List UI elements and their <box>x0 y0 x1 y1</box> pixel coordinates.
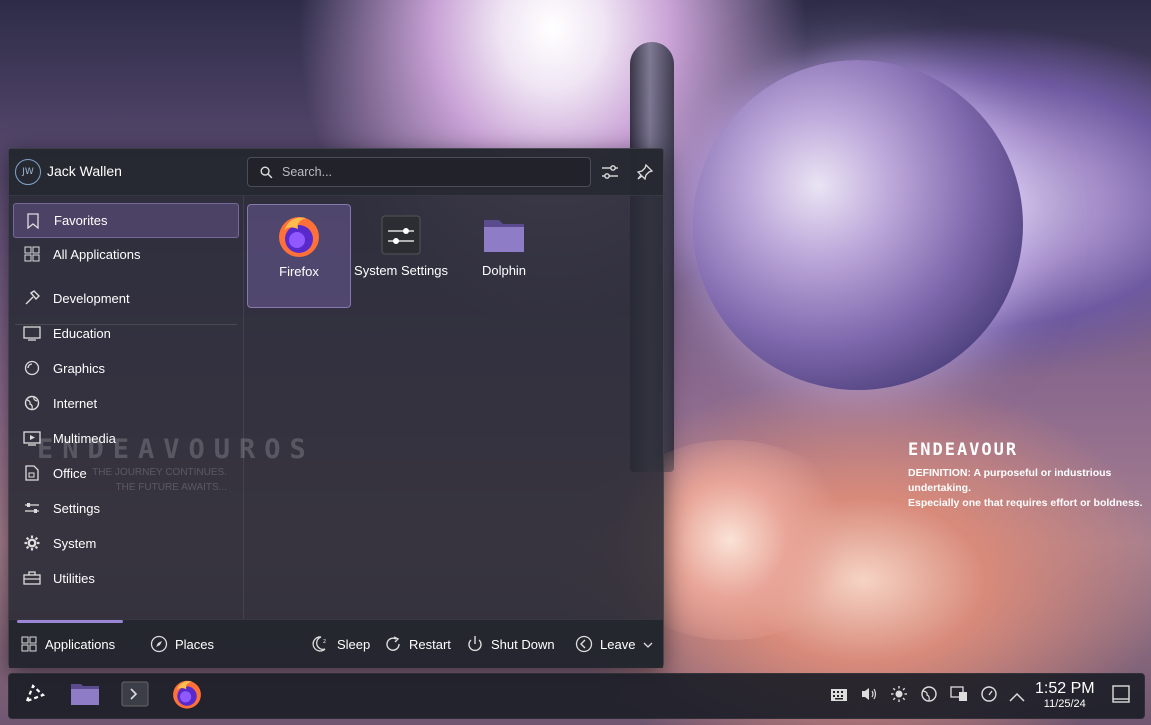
grid-icon <box>21 243 43 265</box>
sliders-icon <box>602 165 618 179</box>
search-input[interactable] <box>280 164 584 180</box>
taskbar-firefox[interactable] <box>165 674 209 718</box>
restart-icon <box>383 634 403 654</box>
firefox-icon <box>276 213 322 259</box>
category-sidebar: Favorites All Applications Development E… <box>9 196 244 619</box>
clock-time: 1:52 PM <box>1035 680 1095 697</box>
tagline-definition: DEFINITION: A purposeful or industrious … <box>908 467 1143 509</box>
search-box[interactable] <box>247 157 591 187</box>
sleep-icon: z <box>311 634 331 654</box>
gear-icon <box>21 532 43 554</box>
tray-display[interactable] <box>949 686 969 706</box>
compass-icon <box>149 634 169 654</box>
category-favorites[interactable]: Favorites <box>13 203 239 238</box>
user-name: Jack Wallen <box>47 163 122 179</box>
tray-brightness[interactable] <box>889 686 909 706</box>
clock-date: 11/25/24 <box>1043 698 1086 710</box>
category-multimedia[interactable]: Multimedia <box>13 422 237 454</box>
category-system[interactable]: System <box>13 527 237 559</box>
show-desktop-button[interactable] <box>1111 685 1131 707</box>
app-tile-firefox[interactable]: Firefox <box>247 204 351 308</box>
category-all-applications[interactable]: All Applications <box>13 238 237 270</box>
launcher-footer: Applications Places z Sleep Restart Shut… <box>9 619 663 668</box>
globe-icon <box>21 392 43 414</box>
app-tile-dolphin[interactable]: Dolphin <box>453 204 555 306</box>
taskbar: 1:52 PM 11/25/24 <box>8 673 1145 719</box>
pin-icon <box>637 164 653 180</box>
restart-button[interactable]: Restart <box>383 632 451 656</box>
folder-icon <box>70 681 100 711</box>
volume-icon <box>860 686 878 706</box>
category-office[interactable]: Office <box>13 457 237 489</box>
chevron-up-icon <box>1009 687 1025 706</box>
sliders-icon <box>21 497 43 519</box>
endeavouros-logo-icon <box>22 681 48 711</box>
tab-places[interactable]: Places <box>149 632 214 656</box>
wallpaper-tagline: ENDEAVOUR DEFINITION: A purposeful or in… <box>908 440 1148 511</box>
tray-keyboard[interactable] <box>829 686 849 706</box>
configure-button[interactable] <box>599 161 621 183</box>
video-icon <box>21 427 43 449</box>
firefox-icon <box>171 678 203 714</box>
tray-power-profile[interactable] <box>979 686 999 706</box>
taskbar-dolphin[interactable] <box>65 674 105 718</box>
shutdown-button[interactable]: Shut Down <box>465 632 555 656</box>
leave-button[interactable]: Leave <box>574 632 653 656</box>
tagline-word: ENDEAVOUR <box>908 440 1019 460</box>
launcher-header: JW Jack Wallen <box>9 149 663 196</box>
gauge-icon <box>980 685 998 707</box>
tab-applications[interactable]: Applications <box>19 632 115 656</box>
folder-icon <box>481 212 527 258</box>
wallpaper-planet <box>693 60 1023 390</box>
show-desktop-icon <box>1112 685 1130 707</box>
grid-icon <box>19 634 39 654</box>
taskbar-terminal[interactable] <box>115 674 155 718</box>
category-internet[interactable]: Internet <box>13 387 237 419</box>
digital-clock[interactable]: 1:52 PM 11/25/24 <box>1035 680 1095 710</box>
application-launcher: ENDEAVOUROS THE JOURNEY CONTINUES. THE F… <box>8 148 664 668</box>
graphics-icon <box>21 357 43 379</box>
svg-text:z: z <box>323 638 326 645</box>
tray-network-globe[interactable] <box>919 686 939 706</box>
category-development[interactable]: Development <box>13 282 237 314</box>
display-icon <box>950 686 968 706</box>
category-utilities[interactable]: Utilities <box>13 562 237 594</box>
pin-button[interactable] <box>634 161 656 183</box>
search-icon <box>258 164 274 180</box>
leave-icon <box>574 634 594 654</box>
document-icon <box>21 462 43 484</box>
hammer-icon <box>21 287 43 309</box>
category-graphics[interactable]: Graphics <box>13 352 237 384</box>
globe-icon <box>920 685 938 707</box>
bookmark-icon <box>22 210 44 232</box>
toolbox-icon <box>21 567 43 589</box>
launcher-button[interactable] <box>15 674 55 718</box>
system-settings-icon <box>378 212 424 258</box>
chevron-down-icon <box>643 637 653 652</box>
keyboard-icon <box>830 687 848 706</box>
brightness-icon <box>890 685 908 707</box>
category-settings[interactable]: Settings <box>13 492 237 524</box>
category-education[interactable]: Education <box>13 317 237 349</box>
sleep-button[interactable]: z Sleep <box>311 632 370 656</box>
monitor-icon <box>21 322 43 344</box>
tray-expand[interactable] <box>1007 686 1027 706</box>
app-tile-system-settings[interactable]: System Settings <box>350 204 452 306</box>
tray-volume[interactable] <box>859 686 879 706</box>
avatar[interactable]: JW <box>15 159 41 185</box>
active-tab-indicator <box>17 620 123 623</box>
terminal-icon <box>121 681 149 711</box>
power-icon <box>465 634 485 654</box>
